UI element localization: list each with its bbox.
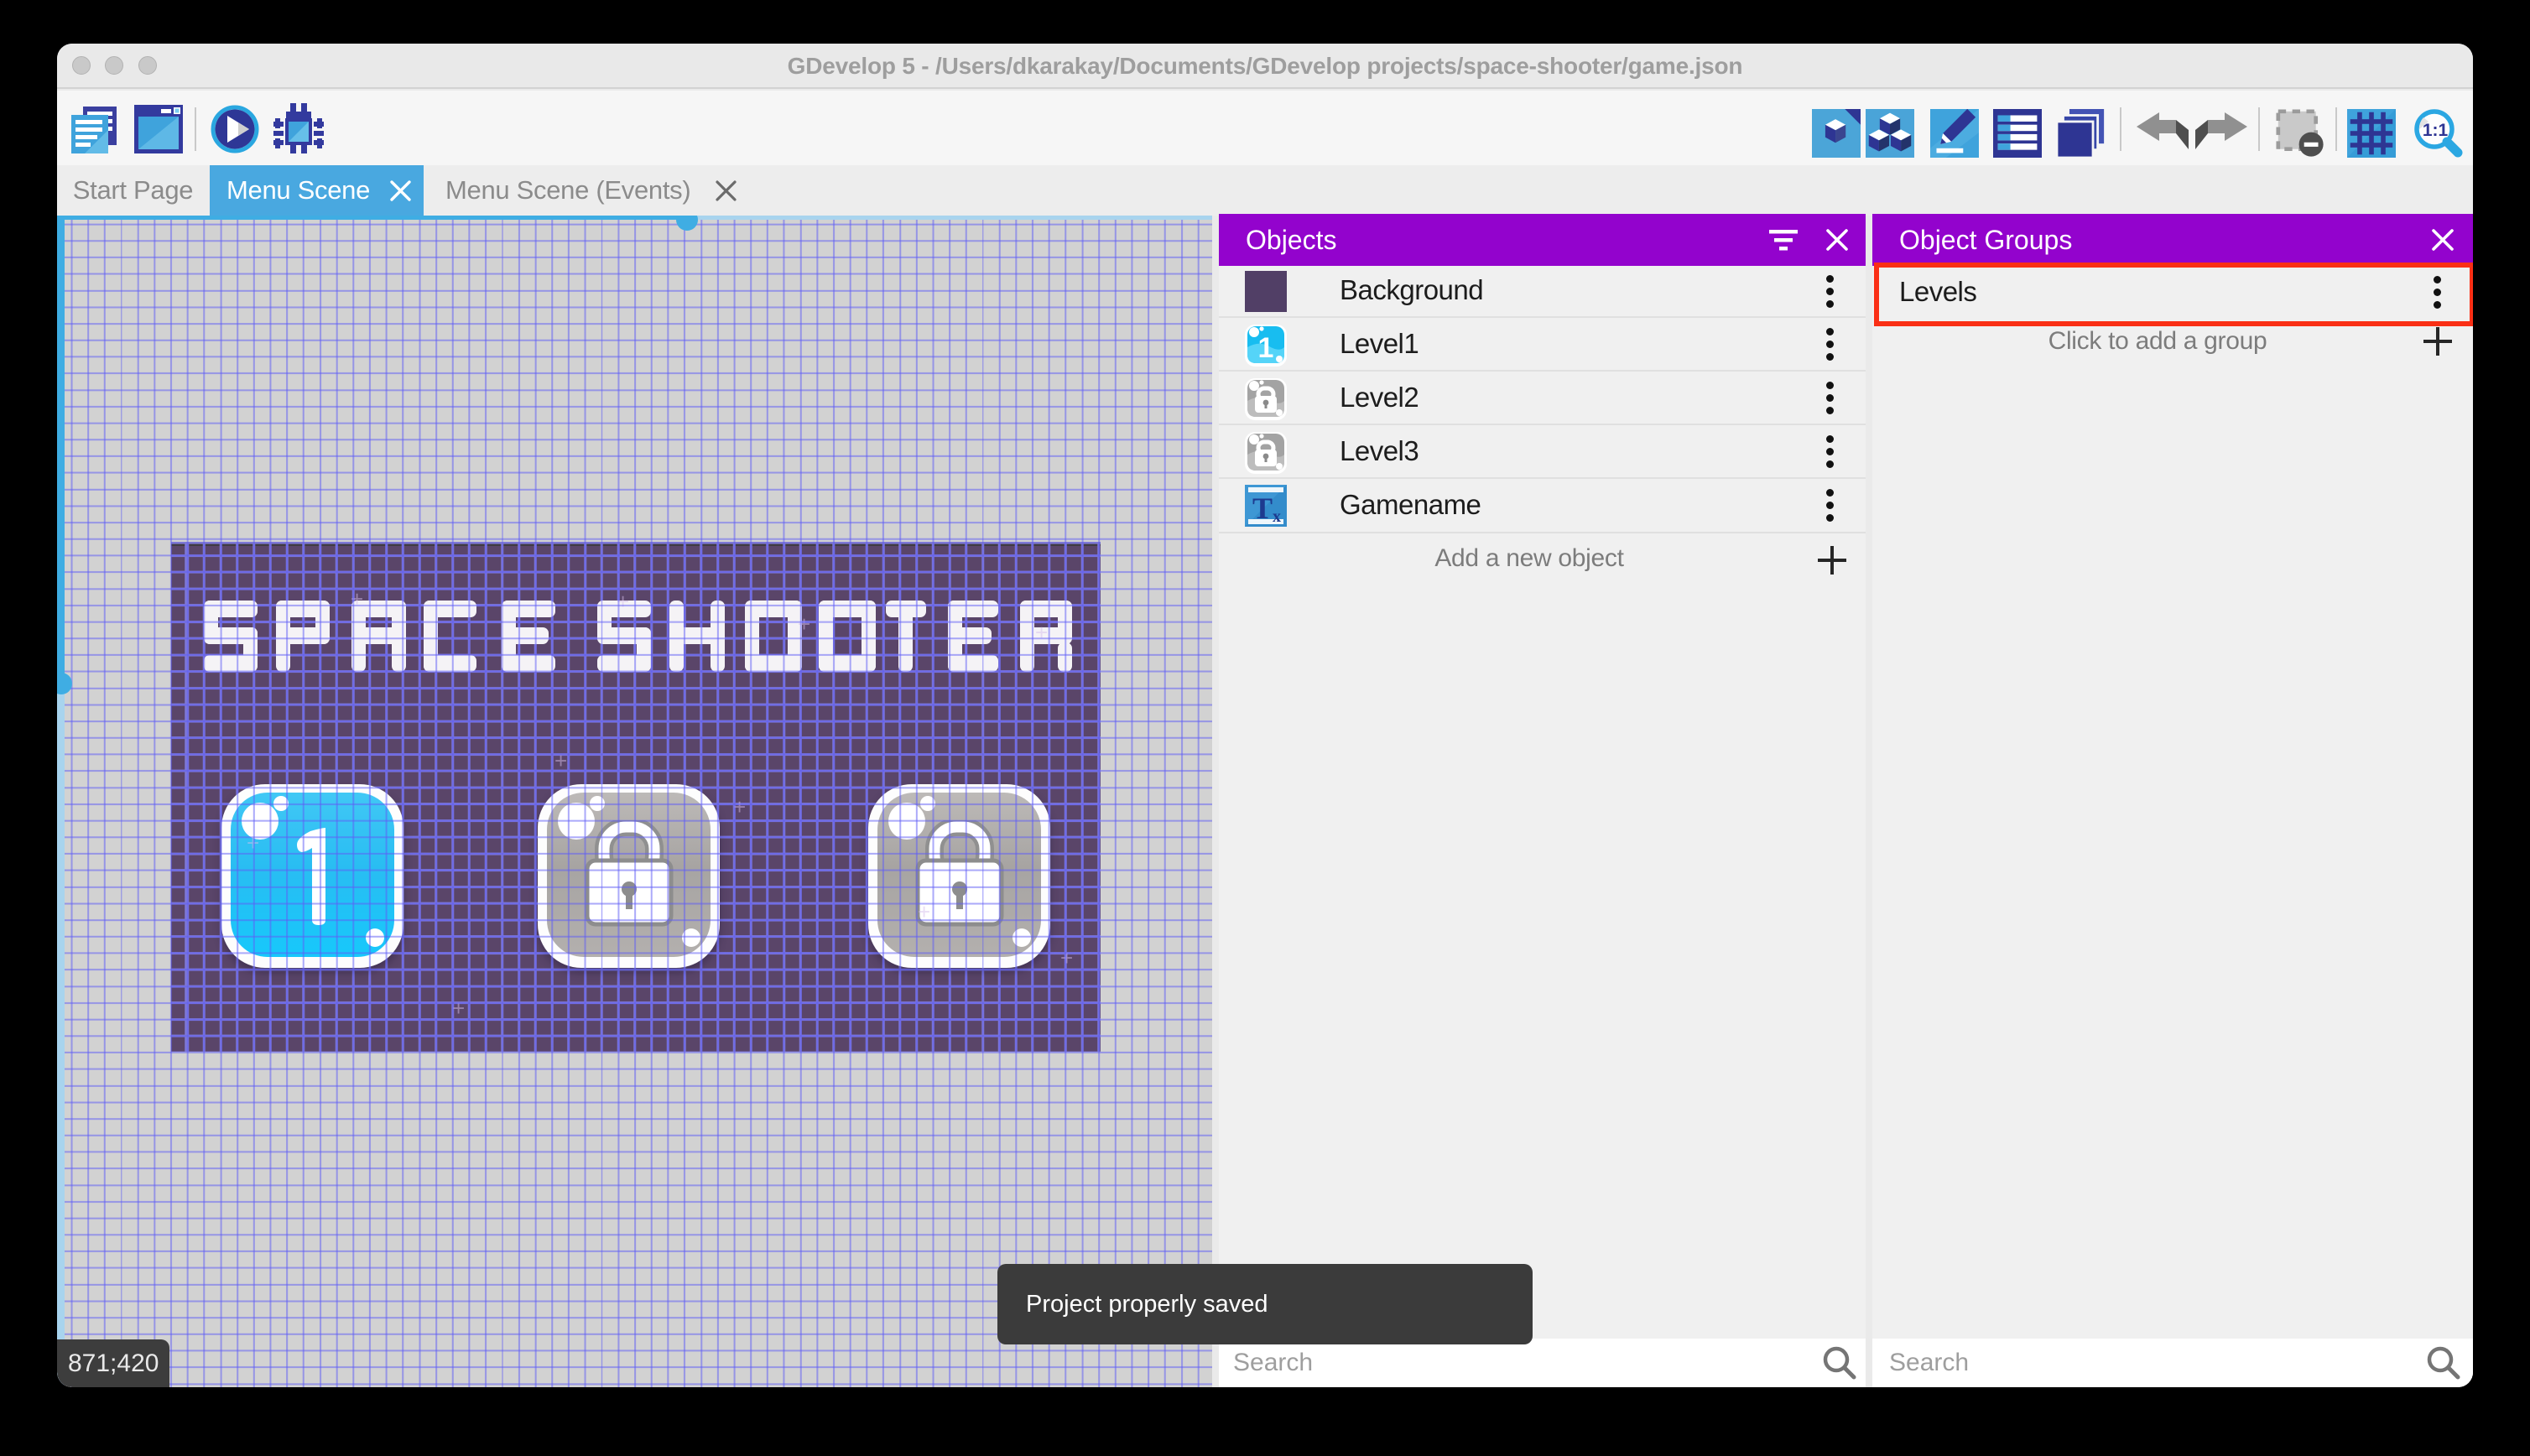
svg-text:1: 1 (1258, 332, 1274, 364)
svg-text:1:1: 1:1 (2423, 121, 2449, 140)
svg-text:x: x (1273, 507, 1281, 526)
svg-text:T: T (1252, 491, 1273, 525)
